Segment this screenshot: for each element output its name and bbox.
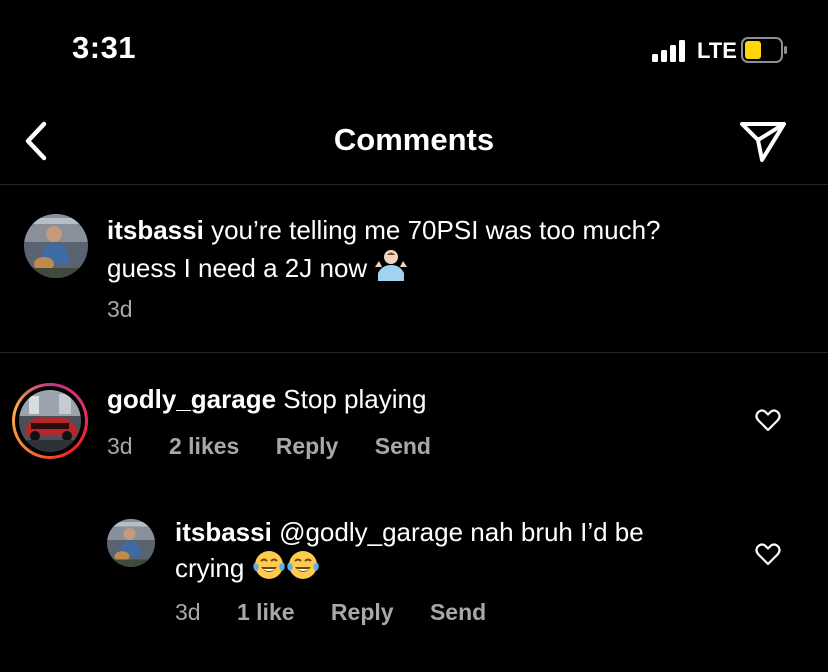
reply-username[interactable]: itsbassi: [175, 517, 272, 547]
signal-icon: [652, 40, 685, 62]
reply-button[interactable]: Reply: [331, 599, 394, 626]
reply-button[interactable]: Reply: [276, 433, 339, 460]
like-heart-icon[interactable]: [755, 542, 781, 566]
tears-of-joy-emoji-icon: [252, 551, 285, 579]
story-avatar[interactable]: [12, 383, 88, 459]
comment-meta: 3d 2 likes Reply Send: [107, 433, 431, 460]
caption-line1: you’re telling me 70PSI was too much?: [211, 215, 661, 245]
shrug-emoji-icon: [375, 250, 408, 281]
network-label: LTE: [697, 38, 737, 63]
page-title: Comments: [333, 122, 495, 157]
reply-meta: 3d 1 like Reply Send: [175, 599, 486, 626]
comment-likes[interactable]: 2 likes: [169, 433, 239, 460]
caption-time: 3d: [107, 296, 133, 322]
user-photo-icon: [24, 214, 88, 278]
user-photo-icon: [107, 519, 155, 567]
header: Comments: [0, 100, 828, 184]
caption-divider: [0, 352, 828, 353]
like-heart-icon[interactable]: [755, 408, 781, 432]
reply-likes[interactable]: 1 like: [237, 599, 295, 626]
status-time: 3:31: [72, 30, 137, 65]
comment-body: Stop playing: [283, 384, 427, 414]
reply-line2: crying: [175, 553, 245, 583]
comment-username[interactable]: godly_garage: [107, 384, 276, 414]
header-divider: [0, 184, 828, 185]
caption-meta: 3d: [107, 296, 133, 323]
caption-line2: guess I need a 2J now: [107, 253, 368, 283]
send-button[interactable]: Send: [375, 433, 431, 460]
avatar[interactable]: [24, 214, 88, 278]
reply-avatar[interactable]: [107, 519, 155, 567]
send-button[interactable]: Send: [430, 599, 486, 626]
comment-time: 3d: [107, 433, 133, 459]
car-photo-icon: [19, 390, 81, 452]
reply-text: itsbassi @godly_garage nah bruh I’d be c…: [175, 516, 644, 585]
caption-username[interactable]: itsbassi: [107, 215, 204, 245]
reply-time: 3d: [175, 599, 201, 625]
caption-text: itsbassi you’re telling me 70PSI was too…: [107, 214, 661, 285]
tears-of-joy-emoji-icon: [286, 551, 319, 579]
reply-line1: @godly_garage nah bruh I’d be: [279, 517, 644, 547]
battery-icon: [741, 37, 787, 63]
comment-text: godly_garage Stop playing: [107, 383, 426, 416]
share-button[interactable]: [738, 118, 788, 164]
status-bar: 3:31 LTE: [0, 0, 828, 100]
